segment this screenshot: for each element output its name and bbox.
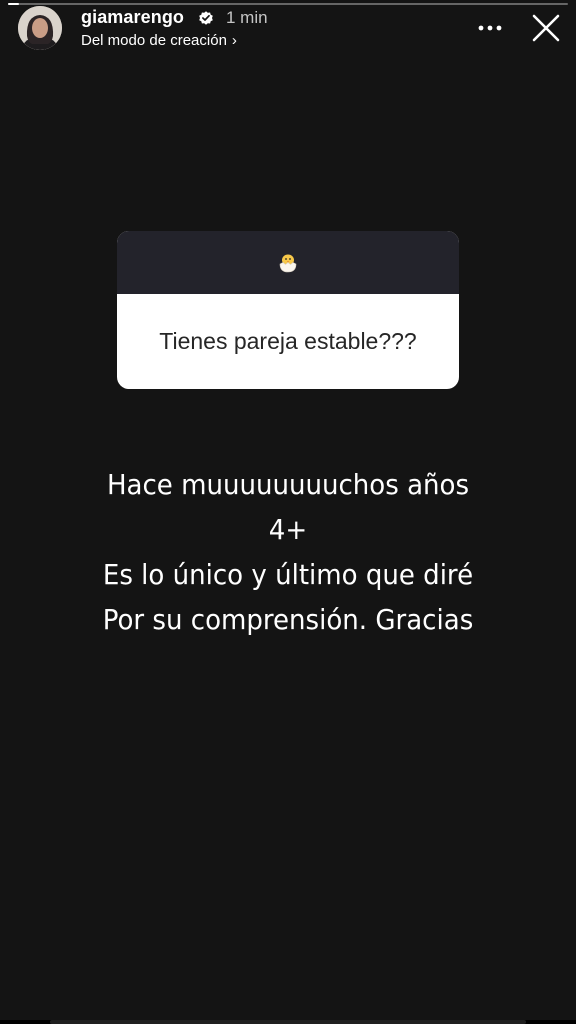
story-header: giamarengo 1 min Del modo de creación ›	[0, 0, 576, 60]
response-line: 4+	[268, 513, 308, 546]
hatching-chick-icon	[279, 254, 297, 272]
username[interactable]: giamarengo	[81, 7, 184, 28]
verified-badge-icon	[198, 10, 214, 26]
question-sticker-header	[117, 231, 459, 294]
bottom-bar	[0, 1020, 576, 1024]
creation-mode-label: Del modo de creación	[81, 32, 227, 49]
response-line: Es lo único y último que diré	[102, 558, 474, 591]
close-icon	[532, 14, 560, 42]
response-line: Hace muuuuuuuuchos años	[106, 468, 470, 501]
creation-mode-link[interactable]: Del modo de creación ›	[81, 32, 237, 49]
post-time: 1 min	[226, 8, 268, 27]
question-text: Tienes pareja estable???	[159, 328, 417, 354]
bottom-handle	[50, 1020, 526, 1024]
more-options-button[interactable]	[472, 12, 508, 44]
chevron-right-icon: ›	[231, 32, 237, 49]
question-sticker-body: Tienes pareja estable???	[117, 294, 459, 389]
more-horizontal-icon	[478, 25, 502, 31]
question-sticker[interactable]: Tienes pareja estable???	[117, 231, 459, 389]
response-line: Por su comprensión. Gracias	[102, 603, 474, 636]
close-button[interactable]	[528, 10, 564, 46]
response-text: Hace muuuuuuuuchos años 4+ Es lo único y…	[20, 462, 556, 642]
story-viewer[interactable]: giamarengo 1 min Del modo de creación ›	[0, 0, 576, 1024]
avatar[interactable]	[18, 6, 62, 50]
